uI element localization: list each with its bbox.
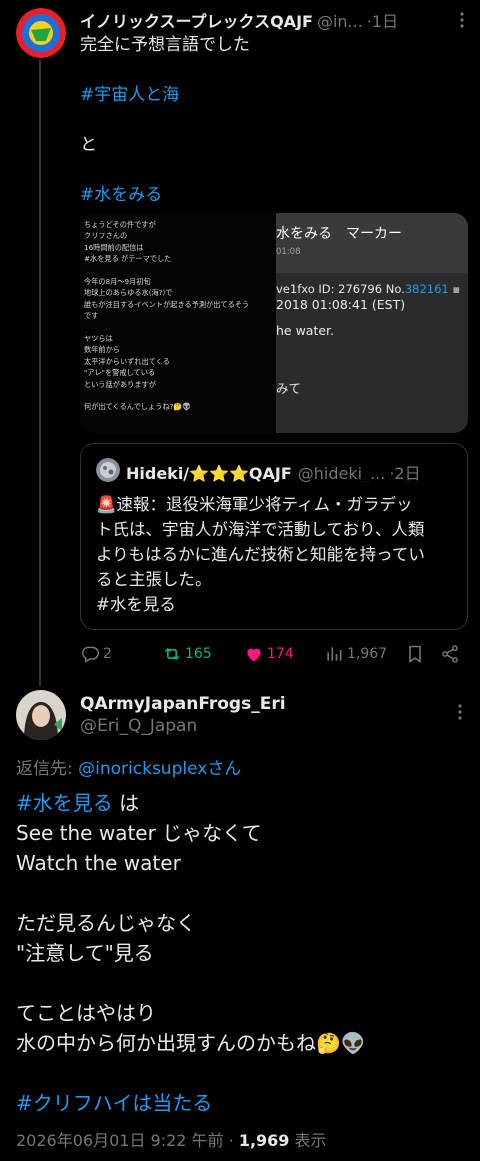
parent-display-name[interactable]: イノリックスープレックスQAJF [80,8,313,30]
parent-avatar[interactable] [16,8,66,58]
quote-time: ·2日 [389,464,421,482]
bookmark-icon [409,645,421,663]
quote-display-name: Hideki/⭐⭐⭐QAJF [126,464,292,482]
reply-timestamp[interactable]: 2026年06月01日 9:22 午前 · [16,1131,239,1150]
parent-text: 完全に予想言語でした #宇宙人と海 と #水をみる [80,33,460,208]
like-button[interactable]: 174 [244,642,294,666]
reply-more-icon[interactable] [450,702,470,722]
reply-button[interactable]: 2 [80,642,112,666]
retweet-button[interactable]: 165 [162,642,212,666]
hashtag-link[interactable]: #水を見る [16,791,113,815]
reply-views-count: 1,969 [238,1131,290,1150]
views-count: 1,967 [347,646,388,662]
views-icon [327,647,342,661]
quoted-tweet[interactable]: Hideki/⭐⭐⭐QAJF @hideki_... ·2日 🚨速報：退役米海軍… [80,443,468,630]
reply-text: #水を見る は See the water じゃなくて Watch the wa… [16,788,466,1118]
views-button[interactable]: 1,967 [324,642,387,666]
share-icon [442,645,458,663]
quote-avatar [96,458,120,482]
quote-handle: @hideki_... [297,464,386,482]
reply-avatar[interactable] [16,690,66,740]
share-button[interactable] [440,642,460,666]
hashtag-link[interactable]: #クリフハイは当たる [16,1088,466,1118]
action-bar: 2 165 174 1,967 [80,642,464,666]
parent-text-line: 完全に予想言語でした [80,35,250,55]
parent-time[interactable]: ·1日 [367,8,398,30]
parent-handle[interactable]: @in... [317,12,363,30]
retweet-icon [164,647,180,661]
reply-meta: 2026年06月01日 9:22 午前 · 1,969 表示 [16,1131,327,1150]
parent-more-icon[interactable] [452,10,472,30]
hashtag-link[interactable]: #宇宙人と海 [80,83,460,108]
hashtag-link[interactable]: #水をみる [80,183,460,208]
quote-text: 🚨速報：退役米海軍少将ティム・ガラデッ ト氏は、宇宙人が海洋で活動しており、人類… [96,495,425,614]
reply-display-name[interactable]: QArmyJapanFrogs_Eri [80,694,286,714]
parent-text-line: と [80,135,97,155]
attached-image[interactable]: ちょうどその件ですが クリフさんの 16時間前の配信は #水を見る がテーマでし… [80,213,468,433]
reply-count: 2 [103,646,112,662]
quote-header: Hideki/⭐⭐⭐QAJF @hideki_... ·2日 [126,460,456,482]
like-icon [247,648,261,662]
bookmark-button[interactable] [405,642,425,666]
like-count: 174 [267,646,294,662]
retweet-count: 165 [185,646,212,662]
image-right-panel: 水をみる マーカー 01:08 ve1fxo ID: 276796 No.382… [276,213,468,433]
replying-to-link[interactable]: @inoricksuplexさん [78,759,241,779]
reply-handle[interactable]: @Eri_Q_Japan [80,716,197,736]
image-left-panel: ちょうどその件ですが クリフさんの 16時間前の配信は #水を見る がテーマでし… [80,213,276,433]
replying-to: 返信先: @inoricksuplexさん [16,759,242,779]
thread-line [39,60,41,686]
parent-header: イノリックスープレックスQAJF @in... ·1日 [80,8,440,30]
reply-icon [82,646,100,663]
